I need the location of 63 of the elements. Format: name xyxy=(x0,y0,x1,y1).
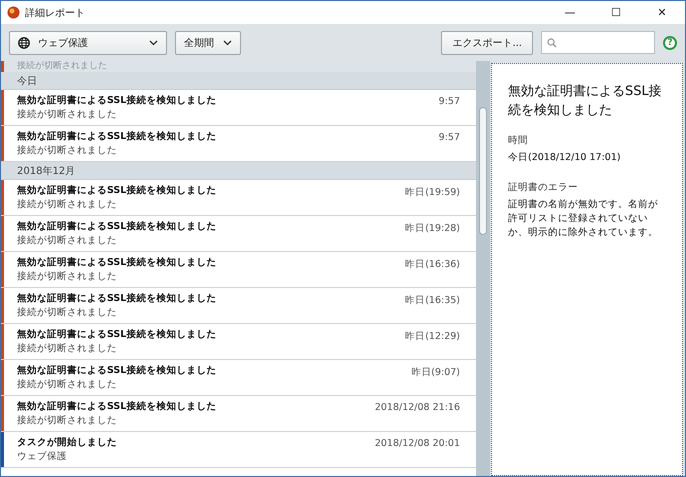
event-subtitle: 接続が切断されました xyxy=(17,198,118,211)
event-subtitle: 接続が切断されました xyxy=(17,306,118,319)
component-dropdown[interactable]: ウェブ保護 xyxy=(9,30,167,54)
event-time: 昨日(19:28) xyxy=(405,222,460,235)
event-time: 昨日(19:59) xyxy=(405,186,460,199)
help-button[interactable]: ? xyxy=(663,36,677,50)
event-row[interactable]: 無効な証明書によるSSL接続を検知しました 接続が切断されました 昨日(16:35) xyxy=(1,288,476,324)
event-title: 無効な証明書によるSSL接続を検知しました xyxy=(17,94,218,107)
event-row[interactable]: 無効な証明書によるSSL接続を検知しました 接続が切断されました 9:57 xyxy=(1,126,476,162)
event-time: 2018/12/08 21:16 xyxy=(374,402,460,413)
window-control-button[interactable]: ✕ xyxy=(639,1,685,24)
event-row[interactable]: 無効な証明書によるSSL接続を検知しました 接続が切断されました 昨日(9:07) xyxy=(1,360,476,396)
event-subtitle: 接続が切断されました xyxy=(17,144,118,157)
event-time: 昨日(12:29) xyxy=(405,330,460,343)
event-subtitle: 接続が切断されました xyxy=(17,342,118,355)
event-time: 昨日(16:35) xyxy=(405,294,460,307)
chevron-icon xyxy=(149,40,158,46)
event-row[interactable]: 無効な証明書によるSSL接続を検知しました 接続が切断されました 2018/12/08 21:16 xyxy=(1,396,476,432)
window-control-button[interactable]: — xyxy=(547,1,593,24)
search-icon xyxy=(547,38,557,48)
window-control-button[interactable]: ☐ xyxy=(593,1,639,24)
group-label: 今日 xyxy=(17,74,37,88)
group-label: 2018年12月 xyxy=(17,164,76,178)
event-time: 9:57 xyxy=(438,132,460,143)
event-title: 無効な証明書によるSSL接続を検知しました xyxy=(17,364,218,377)
event-subtitle: 接続が切断されました xyxy=(17,234,118,247)
event-title: 無効な証明書によるSSL接続を検知しました xyxy=(17,184,218,197)
event-title: 無効な証明書によるSSL接続を検知しました xyxy=(17,256,218,269)
event-row[interactable]: 無効な証明書によるSSL接続を検知しました 接続が切断されました 昨日(19:28) xyxy=(1,216,476,252)
event-row[interactable]: タスクが開始しました ウェブ保護 2018/12/08 20:01 xyxy=(1,432,476,468)
event-title: 無効な証明書によるSSL接続を検知しました xyxy=(17,400,218,413)
event-row[interactable]: 無効な証明書によるSSL接続を検知しました 接続が切断されました 昨日(12:29) xyxy=(1,324,476,360)
event-title: 無効な証明書によるSSL接続を検知しました xyxy=(17,292,218,305)
event-time: 2018/12/08 20:01 xyxy=(374,438,460,449)
field-value: 今日(2018/12/10 17:01) xyxy=(508,151,622,165)
app-logo-icon xyxy=(7,6,20,19)
event-time: 昨日(9:07) xyxy=(411,366,460,379)
event-subtitle: ウェブ保護 xyxy=(17,450,68,463)
details-title: 無効な証明書によるSSL接続を検知しました xyxy=(508,83,663,120)
scrollbar[interactable] xyxy=(476,61,490,476)
event-time: 9:57 xyxy=(438,96,460,107)
window-title: 詳細レポート xyxy=(25,6,86,20)
event-subtitle: 接続が切断されました xyxy=(17,378,118,391)
event-title: 無効な証明書によるSSL接続を検知しました xyxy=(17,328,218,341)
scrollbar-thumb[interactable] xyxy=(479,107,487,235)
search-field[interactable] xyxy=(541,31,655,54)
globe-icon xyxy=(18,36,30,48)
event-subtitle: 接続が切断されました xyxy=(17,108,118,121)
export-button[interactable]: エクスポート... xyxy=(441,30,533,54)
event-subtitle: 接続が切断されました xyxy=(17,270,118,283)
event-title: タスクが開始しました xyxy=(17,436,118,449)
field-value: 証明書の名前が無効です。名前が許可リストに登録されていないか、明示的に除外されています。 xyxy=(508,198,659,240)
period-dropdown[interactable]: 全期間 xyxy=(175,30,241,54)
chevron-icon xyxy=(223,40,232,46)
event-title: 無効な証明書によるSSL接続を検知しました xyxy=(17,220,218,233)
event-title: 無効な証明書によるSSL接続を検知しました xyxy=(17,130,218,143)
event-row[interactable]: 無効な証明書によるSSL接続を検知しました 接続が切断されました 昨日(19:59) xyxy=(1,180,476,216)
field-label: 時間 xyxy=(508,134,529,147)
event-row[interactable]: 無効な証明書によるSSL接続を検知しました 接続が切断されました 9:57 xyxy=(1,90,476,126)
event-subtitle: 接続が切断されました xyxy=(17,414,118,427)
event-row[interactable]: 無効な証明書によるSSL接続を検知しました 接続が切断されました 昨日(16:36) xyxy=(1,252,476,288)
event-time: 昨日(16:36) xyxy=(405,258,460,271)
field-label: 証明書のエラー xyxy=(508,181,579,194)
